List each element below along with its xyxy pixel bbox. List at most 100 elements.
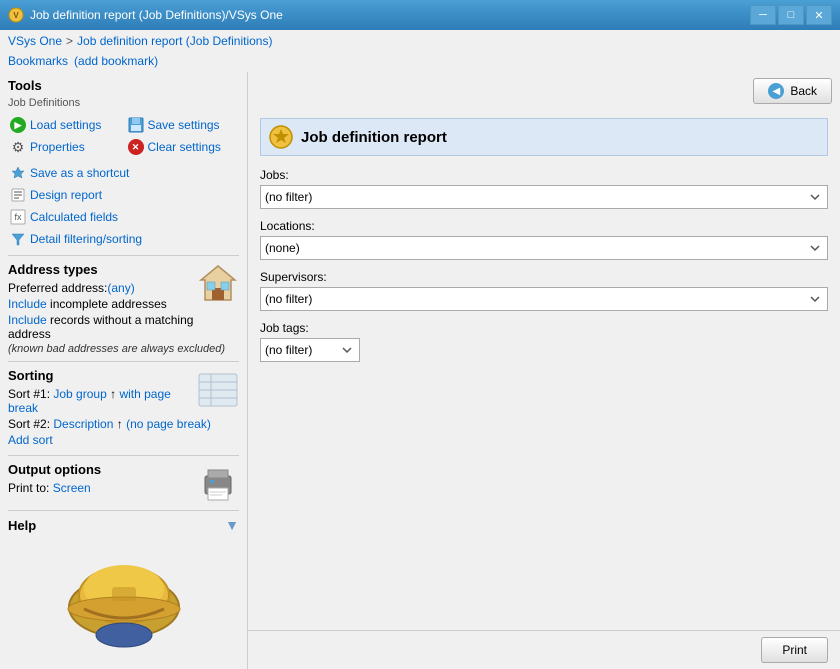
preferred-label: Preferred address: [8,281,107,295]
house-icon [197,262,239,304]
help-arrow-icon: ▼ [225,517,239,533]
sort1-field[interactable]: Job group [53,387,106,401]
design-report-icon [10,187,26,203]
help-section: Help ▼ [8,517,239,533]
preferred-value[interactable]: (any) [107,281,134,295]
save-shortcut-icon [10,165,26,181]
sort2-break[interactable]: (no page break) [126,417,211,431]
bookmarks-link[interactable]: Bookmarks [8,54,68,68]
divider-4 [8,510,239,511]
tools-subsection: Job Definitions [8,97,239,109]
printer-icon [197,462,239,504]
svg-text:V: V [13,11,19,20]
save-settings-icon [128,117,144,133]
window-title: Job definition report (Job Definitions)/… [30,8,750,22]
breadcrumb-separator: > [66,34,73,48]
include-incomplete-link[interactable]: Include [8,297,47,311]
add-sort-line: Add sort [8,433,239,447]
breadcrumb: VSys One > Job definition report (Job De… [0,30,840,52]
top-right-bar: ◀ Back [248,72,840,110]
breadcrumb-current[interactable]: Job definition report (Job Definitions) [77,34,272,48]
report-header-icon [269,125,293,149]
back-button[interactable]: ◀ Back [753,78,832,104]
sort1-label: Sort #1: [8,387,50,401]
sort1-dir: ↑ [110,387,116,401]
clear-settings-label: Clear settings [148,140,221,154]
detail-filtering-label: Detail filtering/sorting [30,232,142,246]
help-title: Help [8,518,36,533]
report-title: Job definition report [301,129,447,146]
include-no-matching-link[interactable]: Include [8,313,47,327]
calculated-fields-label: Calculated fields [30,210,118,224]
design-report-item[interactable]: Design report [8,185,239,205]
minimize-button[interactable]: ─ [750,5,776,25]
divider-2 [8,361,239,362]
back-label: Back [790,84,817,98]
calculated-fields-item[interactable]: fx Calculated fields [8,207,239,227]
properties-icon: ⚙ [10,139,26,155]
save-settings-label: Save settings [148,118,220,132]
design-report-label: Design report [30,188,102,202]
sort2-field[interactable]: Description [53,417,113,431]
output-section: Output options Print to: Screen [8,462,239,504]
properties-label: Properties [30,140,85,154]
supervisors-field-group: Supervisors: (no filter) [260,270,828,311]
back-arrow-icon: ◀ [768,83,784,99]
print-to-value[interactable]: Screen [53,481,91,495]
job-tags-field-group: Job tags: (no filter) [260,321,828,362]
tools-section-title: Tools [8,78,239,93]
sort-icon [197,368,239,410]
divider-1 [8,255,239,256]
address-types-section: Address types Preferred address:(any) In… [8,262,239,355]
window-controls: ─ □ ✕ [750,5,832,25]
locations-field-group: Locations: (none) [260,219,828,260]
jobs-select[interactable]: (no filter) [260,185,828,209]
window-content: VSys One > Job definition report (Job De… [0,30,840,669]
print-to-label: Print to: [8,481,49,495]
load-settings-item[interactable]: ▶ Load settings [8,115,122,135]
detail-filtering-item[interactable]: Detail filtering/sorting [8,229,239,249]
clear-settings-icon: ✕ [128,139,144,155]
sorting-section: Sorting Sort #1: Job group ↑ with page b… [8,368,239,449]
save-shortcut-label: Save as a shortcut [30,166,129,180]
divider-3 [8,455,239,456]
detail-filtering-icon [10,231,26,247]
content-area: Tools Job Definitions ▶ Load settings [0,72,840,669]
helmet-image-container [8,537,239,650]
sort2-label: Sort #2: [8,417,50,431]
clear-settings-item[interactable]: ✕ Clear settings [126,137,240,157]
locations-label: Locations: [260,219,828,233]
include-incomplete-text: incomplete addresses [50,297,167,311]
job-tags-row: (no filter) [260,338,828,362]
save-settings-item[interactable]: Save settings [126,115,240,135]
add-sort-link[interactable]: Add sort [8,433,53,447]
report-area: Job definition report Jobs: (no filter) … [248,110,840,630]
address-note: (known bad addresses are always excluded… [8,343,239,355]
report-header: Job definition report [260,118,828,156]
sort2-dir: ↑ [117,417,123,431]
calculated-fields-icon: fx [10,209,26,225]
bottom-bar: Print [248,630,840,669]
close-button[interactable]: ✕ [806,5,832,25]
maximize-button[interactable]: □ [778,5,804,25]
job-tags-select[interactable]: (no filter) [260,338,360,362]
supervisors-select[interactable]: (no filter) [260,287,828,311]
add-bookmark-link[interactable]: (add bookmark) [74,54,158,68]
supervisors-label: Supervisors: [260,270,828,284]
right-panel: ◀ Back Job definition report [248,72,840,669]
locations-select[interactable]: (none) [260,236,828,260]
print-button[interactable]: Print [761,637,828,663]
load-settings-label: Load settings [30,118,101,132]
jobs-field-group: Jobs: (no filter) [260,168,828,209]
sort2-line: Sort #2: Description ↑ (no page break) [8,417,239,431]
save-shortcut-item[interactable]: Save as a shortcut [8,163,239,183]
properties-item[interactable]: ⚙ Properties [8,137,122,157]
job-tags-label: Job tags: [260,321,828,335]
jobs-label: Jobs: [260,168,828,182]
tools-grid: ▶ Load settings Save settings [8,115,239,157]
left-panel: Tools Job Definitions ▶ Load settings [0,72,248,669]
breadcrumb-home[interactable]: VSys One [8,34,62,48]
title-bar: V Job definition report (Job Definitions… [0,0,840,30]
helmet-image [54,537,194,647]
bookmarks-bar: Bookmarks (add bookmark) [0,52,840,72]
